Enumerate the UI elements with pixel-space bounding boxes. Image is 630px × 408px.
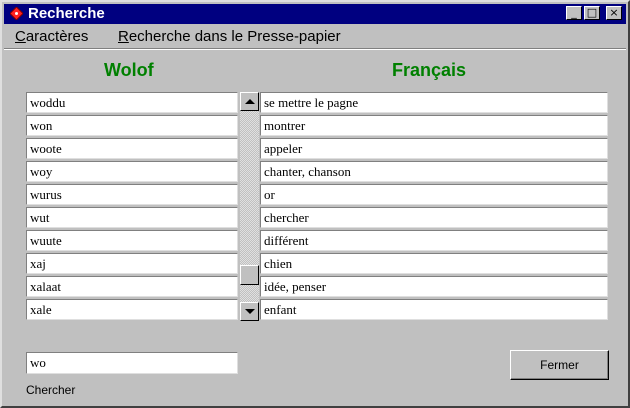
- arrow-down-icon: [245, 309, 255, 314]
- fermer-button[interactable]: Fermer: [510, 350, 609, 380]
- scrollbar-thumb[interactable]: [240, 265, 259, 285]
- arrow-up-icon: [245, 99, 255, 104]
- francais-translation-cell[interactable]: idée, penser: [260, 276, 608, 297]
- menu-caracteres-label: aractères: [25, 28, 89, 45]
- francais-translation-cell[interactable]: or: [260, 184, 608, 205]
- wolof-word-cell[interactable]: xale: [26, 299, 238, 320]
- scroll-down-button[interactable]: [240, 302, 259, 321]
- francais-translation-cell[interactable]: appeler: [260, 138, 608, 159]
- francais-translation-cell[interactable]: chanter, chanson: [260, 161, 608, 182]
- wolof-word-cell[interactable]: woy: [26, 161, 238, 182]
- menu-recherche-presse-papier[interactable]: Recherche dans le Presse-papier: [118, 28, 341, 45]
- menu-recherche-label: echerche dans le Presse-papier: [128, 28, 341, 45]
- wolof-word-cell[interactable]: wuute: [26, 230, 238, 251]
- wolof-word-cell[interactable]: woote: [26, 138, 238, 159]
- minimize-button[interactable]: _: [566, 6, 582, 20]
- francais-translation-cell[interactable]: chercher: [260, 207, 608, 228]
- wolof-word-cell[interactable]: xalaat: [26, 276, 238, 297]
- recherche-window: Recherche _ □ × Caractères Recherche dan…: [0, 0, 630, 408]
- francais-translation-cell[interactable]: se mettre le pagne: [260, 92, 608, 113]
- scroll-up-button[interactable]: [240, 92, 259, 111]
- wolof-word-cell[interactable]: xaj: [26, 253, 238, 274]
- close-window-button[interactable]: ×: [606, 6, 622, 20]
- maximize-button[interactable]: □: [584, 6, 600, 20]
- francais-column-header: Français: [392, 60, 467, 80]
- wolof-word-cell[interactable]: wut: [26, 207, 238, 228]
- menu-recherche-accel: R: [118, 28, 129, 45]
- francais-translation-cell[interactable]: montrer: [260, 115, 608, 136]
- wolof-column-header: Wolof: [104, 60, 154, 80]
- wolof-word-cell[interactable]: won: [26, 115, 238, 136]
- francais-translation-cell[interactable]: enfant: [260, 299, 608, 320]
- francais-translation-cell[interactable]: chien: [260, 253, 608, 274]
- title-bar: Recherche _ □ ×: [4, 4, 626, 24]
- app-icon: [10, 7, 23, 20]
- menu-caracteres[interactable]: Caractères: [15, 28, 88, 45]
- menu-bar: Caractères Recherche dans le Presse-papi…: [4, 26, 626, 48]
- menu-separator: [4, 48, 626, 50]
- menu-caracteres-accel: C: [15, 28, 26, 45]
- search-input[interactable]: [26, 352, 238, 374]
- wolof-word-cell[interactable]: wurus: [26, 184, 238, 205]
- scrollbar-track[interactable]: [240, 92, 259, 321]
- window-title: Recherche: [28, 5, 105, 22]
- search-label: Chercher: [26, 383, 76, 397]
- wolof-word-cell[interactable]: woddu: [26, 92, 238, 113]
- francais-translation-cell[interactable]: différent: [260, 230, 608, 251]
